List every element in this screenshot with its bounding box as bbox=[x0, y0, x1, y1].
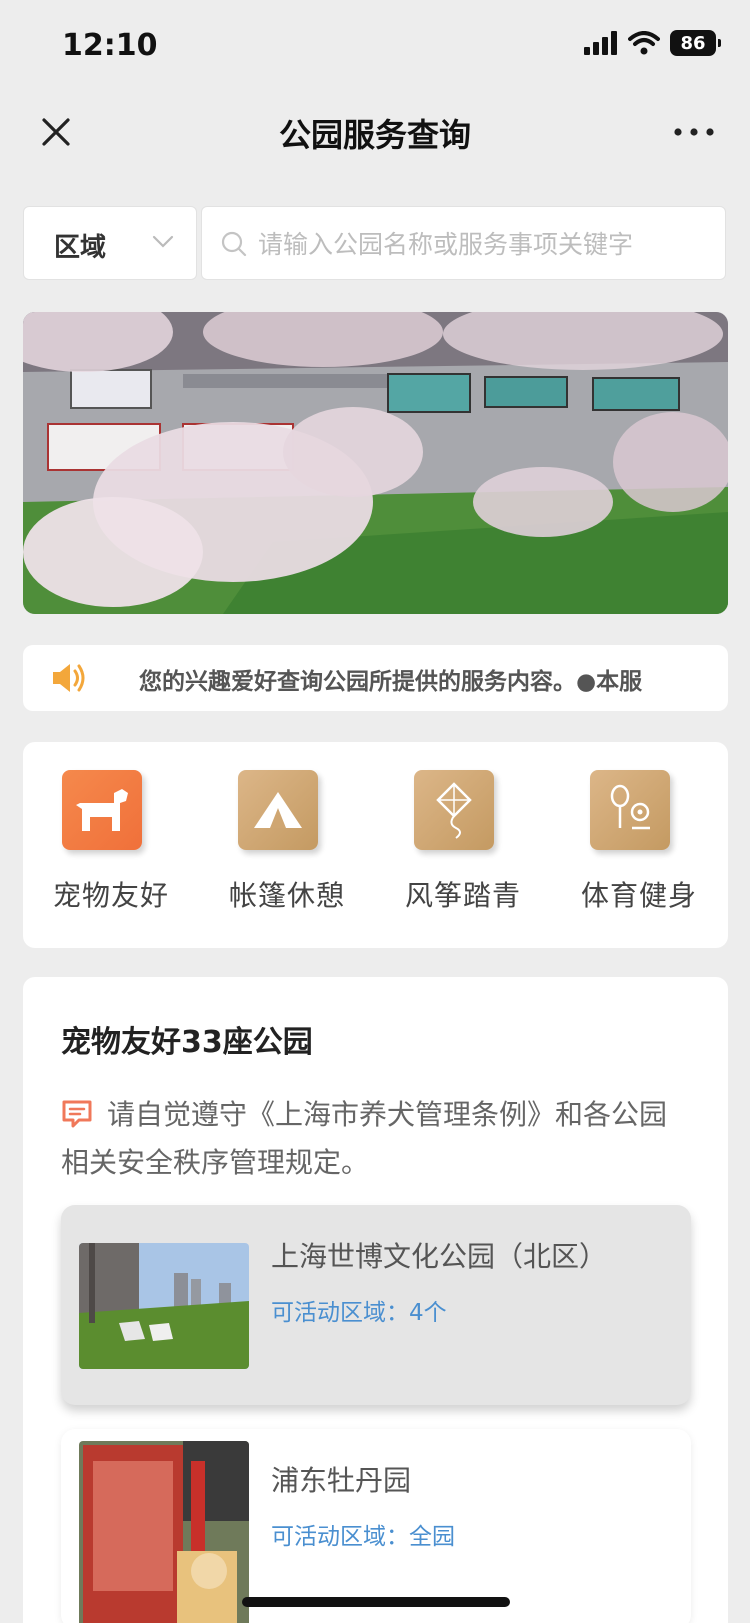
tent-icon bbox=[238, 770, 318, 850]
sports-icon bbox=[590, 770, 670, 850]
banner-image[interactable] bbox=[23, 312, 728, 614]
category-sports-fitness[interactable]: 体育健身 bbox=[551, 770, 727, 930]
battery-icon: 86 bbox=[670, 30, 721, 56]
search-input[interactable] bbox=[258, 219, 708, 269]
park-name: 浦东牡丹园 bbox=[271, 1464, 412, 1497]
rules-text: 请自觉遵守《上海市养犬管理条例》和各公园相关安全秩序管理规定。 bbox=[61, 1098, 668, 1179]
chevron-down-icon bbox=[152, 235, 174, 248]
park-cherry-blossom-photo bbox=[23, 312, 728, 614]
park-area: 可活动区域：全园 bbox=[271, 1524, 455, 1550]
home-indicator bbox=[242, 1597, 510, 1607]
region-select[interactable]: 区域 bbox=[23, 206, 197, 280]
notice-text: 您的兴趣爱好查询公园所提供的服务内容。●本服 bbox=[139, 669, 643, 695]
region-label: 区域 bbox=[54, 233, 107, 263]
category-label: 宠物友好 bbox=[52, 879, 169, 912]
speaker-icon bbox=[53, 664, 85, 692]
park-item[interactable]: 浦东牡丹园 可活动区域：全园 bbox=[61, 1429, 691, 1623]
signal-icon bbox=[584, 31, 617, 55]
park-item[interactable]: 上海世博文化公园（北区） 可活动区域：4个 bbox=[61, 1205, 691, 1405]
kite-icon bbox=[414, 770, 494, 850]
park-name: 上海世博文化公园（北区） bbox=[271, 1240, 608, 1273]
more-icon[interactable] bbox=[672, 116, 716, 148]
category-pet-friendly[interactable]: 宠物友好 bbox=[23, 770, 199, 930]
park-thumbnail bbox=[79, 1243, 249, 1369]
category-label: 体育健身 bbox=[580, 879, 697, 912]
park-thumbnail bbox=[79, 1441, 249, 1623]
search-box bbox=[201, 206, 726, 280]
status-time: 12:10 bbox=[62, 28, 158, 63]
category-panel: 宠物友好 帐篷休憩 风筝踏青 体育健身 bbox=[23, 742, 728, 948]
list-title: 宠物友好33座公园 bbox=[61, 1025, 313, 1060]
nav-bar: 公园服务查询 bbox=[0, 92, 750, 172]
category-label: 帐篷休憩 bbox=[228, 879, 345, 912]
status-icons: 86 bbox=[584, 30, 721, 56]
category-tent-rest[interactable]: 帐篷休憩 bbox=[199, 770, 375, 930]
park-area: 可活动区域：4个 bbox=[271, 1300, 447, 1326]
search-icon bbox=[221, 231, 247, 257]
status-bar: 12:10 86 bbox=[0, 0, 750, 92]
dog-icon bbox=[62, 770, 142, 850]
wifi-icon bbox=[628, 31, 660, 55]
category-kite-outing[interactable]: 风筝踏青 bbox=[375, 770, 551, 930]
notice-bar[interactable]: 您的兴趣爱好查询公园所提供的服务内容。●本服 bbox=[23, 645, 728, 711]
page-title: 公园服务查询 bbox=[278, 116, 471, 154]
category-label: 风筝踏青 bbox=[404, 879, 521, 912]
park-list-card: 宠物友好33座公园 请自觉遵守《上海市养犬管理条例》和各公园相关安全秩序管理规定… bbox=[23, 977, 728, 1623]
